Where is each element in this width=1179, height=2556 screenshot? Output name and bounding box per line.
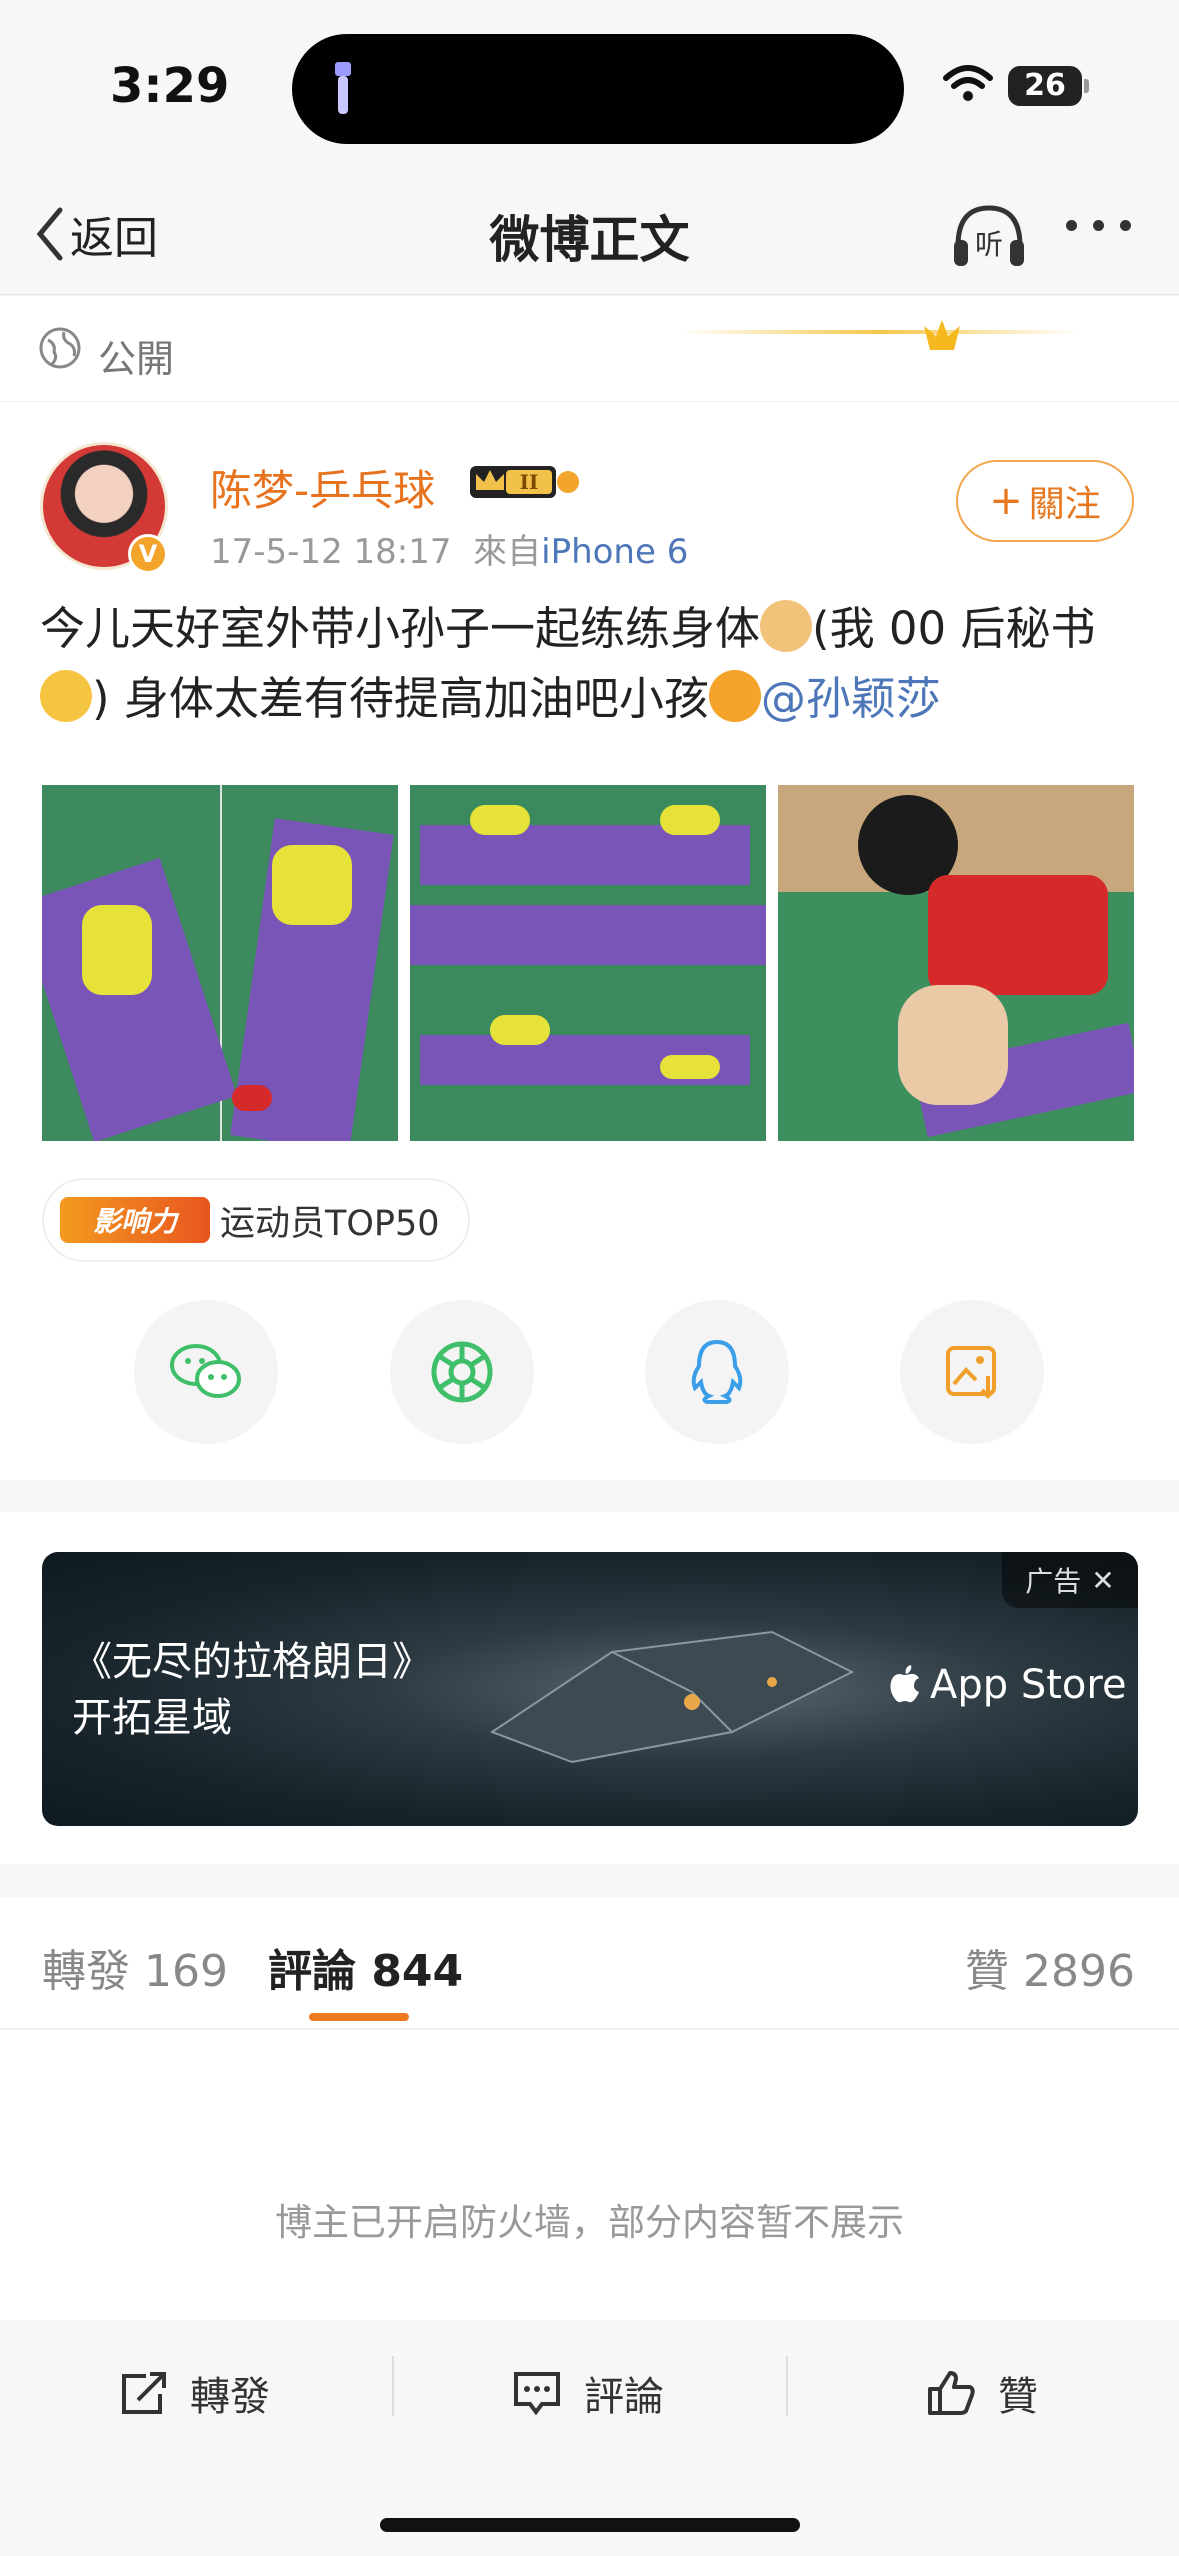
visibility-label: 公開 bbox=[98, 337, 175, 381]
more-dot bbox=[1093, 220, 1104, 231]
like-button[interactable]: 贊 bbox=[926, 2364, 1038, 2422]
wifi-icon bbox=[943, 65, 993, 101]
member-level-text: II bbox=[520, 470, 539, 494]
qq-icon bbox=[691, 1339, 743, 1404]
post-image-2[interactable] bbox=[410, 785, 766, 1141]
tab-comments[interactable]: 評論 844 bbox=[268, 1935, 463, 1999]
post-source[interactable]: iPhone 6 bbox=[541, 532, 688, 572]
clock: 3:29 bbox=[110, 58, 230, 114]
follow-label: 關注 bbox=[1028, 484, 1101, 525]
angry-emoji-icon bbox=[708, 670, 761, 722]
follow-button[interactable]: + 關注 bbox=[956, 460, 1134, 542]
plus-icon: + bbox=[989, 478, 1023, 524]
post-text: 今儿天好室外带小孙子一起练练身体 (我 00 后秘书 ) 身体太差有待提高加油吧小孩… bbox=[40, 594, 1140, 734]
listen-button[interactable]: 听 bbox=[950, 200, 1028, 270]
post-card: V 陈梦-乒乓球 II 17-5-12 18:17 來自iPhone 6 + 關注… bbox=[0, 402, 1179, 1480]
wechat-icon bbox=[170, 1344, 241, 1398]
repost-icon bbox=[122, 2372, 166, 2414]
post-text-part: (我 00 后秘书 bbox=[812, 602, 1096, 655]
app-store-link[interactable]: App Store bbox=[888, 1662, 1127, 1708]
dynamic-island bbox=[292, 34, 904, 144]
spaceship-image bbox=[489, 1630, 855, 1764]
comments-notice: 博主已开启防火墙，部分内容暂不展示 bbox=[275, 2201, 904, 2244]
muscle-emoji-icon bbox=[760, 600, 813, 652]
save-image-button[interactable] bbox=[900, 1300, 1044, 1444]
apple-icon bbox=[890, 1665, 919, 1703]
ad-section: 《无尽的拉格朗日》 开拓星域 App Store 广告 ✕ bbox=[0, 1512, 1179, 1864]
post-meta: 17-5-12 18:17 來自iPhone 6 bbox=[210, 524, 688, 573]
ad-tag-label: 广告 bbox=[1025, 1565, 1082, 1598]
save-image-icon bbox=[946, 1346, 996, 1399]
interaction-tabs: 轉發 169 評論 844 贊 2896 bbox=[0, 1897, 1179, 2029]
app-store-label: App Store bbox=[930, 1662, 1127, 1708]
thumbs-up-icon bbox=[928, 2371, 975, 2415]
mention-link[interactable]: @孙颖莎 bbox=[761, 672, 941, 725]
listen-label: 听 bbox=[975, 228, 1003, 261]
more-button[interactable] bbox=[1066, 220, 1131, 231]
member-level-badge-icon: II bbox=[470, 466, 579, 498]
share-qq-button[interactable] bbox=[645, 1300, 789, 1444]
tab-likes[interactable]: 贊 2896 bbox=[965, 1935, 1135, 1999]
share-moments-button[interactable] bbox=[390, 1300, 534, 1444]
more-dot bbox=[1066, 220, 1077, 231]
ad-title: 《无尽的拉格朗日》 开拓星域 bbox=[72, 1634, 432, 1746]
home-indicator bbox=[380, 2518, 800, 2532]
comments-area: 博主已开启防火墙，部分内容暂不展示 bbox=[0, 2030, 1179, 2320]
nav-bar: 返回 微博正文 听 bbox=[0, 160, 1179, 295]
comment-icon bbox=[514, 2372, 560, 2416]
crown-decoration-icon bbox=[680, 320, 1080, 350]
divider bbox=[786, 2356, 788, 2416]
headphones-icon: 听 bbox=[954, 205, 1024, 266]
repost-button[interactable]: 轉發 bbox=[118, 2364, 270, 2422]
post-timestamp: 17-5-12 18:17 bbox=[210, 532, 452, 572]
visibility-row: 公開 bbox=[0, 296, 1179, 402]
battery-tip bbox=[1084, 79, 1089, 93]
post-text-part: ) 身体太差有待提高加油吧小孩 bbox=[92, 672, 709, 725]
comment-label: 評論 bbox=[584, 2374, 664, 2420]
moments-icon bbox=[431, 1341, 493, 1403]
influence-logo: 影响力 bbox=[60, 1197, 210, 1243]
comment-button[interactable]: 評論 bbox=[512, 2364, 664, 2422]
thinking-emoji-icon bbox=[40, 670, 92, 722]
active-tab-indicator bbox=[309, 2013, 409, 2021]
share-row bbox=[0, 1300, 1179, 1450]
share-wechat-button[interactable] bbox=[134, 1300, 278, 1444]
influence-label: 运动员TOP50 bbox=[220, 1203, 440, 1244]
image-grid bbox=[42, 785, 1138, 1141]
flashlight-icon bbox=[335, 62, 351, 114]
more-dot bbox=[1120, 220, 1131, 231]
tab-reposts[interactable]: 轉發 169 bbox=[42, 1935, 228, 1999]
username[interactable]: 陈梦-乒乓球 bbox=[210, 457, 435, 518]
like-label: 贊 bbox=[998, 2374, 1038, 2420]
close-icon: ✕ bbox=[1091, 1563, 1115, 1597]
verified-badge-icon: V bbox=[128, 534, 168, 574]
influence-badge[interactable]: 影响力 运动员TOP50 bbox=[42, 1178, 470, 1262]
ad-close-button[interactable]: 广告 ✕ bbox=[1002, 1552, 1138, 1608]
post-image-1[interactable] bbox=[42, 785, 398, 1141]
source-prefix: 來自 bbox=[473, 532, 542, 572]
status-bar: 3:29 26 bbox=[0, 0, 1179, 160]
divider bbox=[392, 2356, 394, 2416]
battery-level: 26 bbox=[1008, 66, 1082, 106]
bottom-action-bar: 轉發 評論 贊 bbox=[0, 2320, 1179, 2556]
post-image-3[interactable] bbox=[778, 785, 1134, 1141]
globe-icon bbox=[39, 327, 81, 369]
post-text-part: 今儿天好室外带小孙子一起练练身体 bbox=[40, 602, 761, 655]
repost-label: 轉發 bbox=[190, 2374, 270, 2420]
ad-title-line: 《无尽的拉格朗日》 bbox=[72, 1639, 432, 1685]
ad-title-line: 开拓星域 bbox=[72, 1695, 232, 1741]
ad-banner[interactable]: 《无尽的拉格朗日》 开拓星域 App Store 广告 ✕ bbox=[42, 1552, 1138, 1826]
